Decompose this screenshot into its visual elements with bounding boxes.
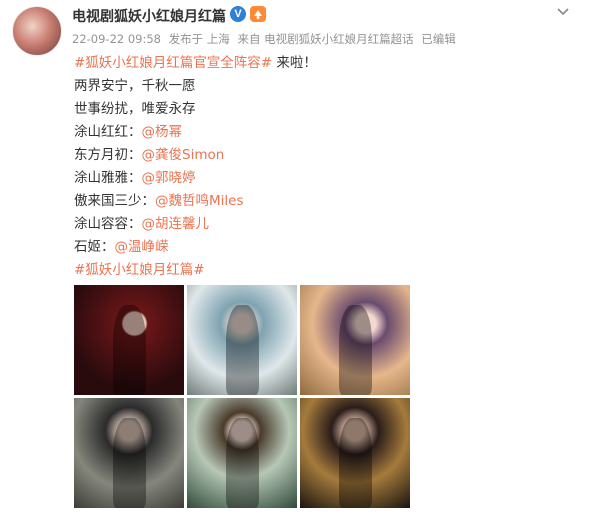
- post-line: 世事纷扰，唯爱永存: [74, 98, 534, 121]
- role-name: 涂山红红：: [74, 124, 142, 140]
- post-time[interactable]: 22-09-22 09:58: [72, 32, 161, 46]
- image-thumbnail[interactable]: [74, 285, 184, 395]
- role-name: 东方月初：: [74, 147, 142, 163]
- cast-line: 傲来国三少：@魏哲鸣Miles: [74, 190, 534, 213]
- mention-link[interactable]: @温峥嵘: [115, 239, 169, 255]
- post-line: 两界安宁，千秋一愿: [74, 75, 534, 98]
- image-thumbnail[interactable]: [187, 398, 297, 508]
- post-line-text: 两界安宁，千秋一愿: [74, 78, 196, 94]
- verified-v-icon: V: [230, 6, 246, 22]
- post-meta: 22-09-22 09:58 发布于 上海 来自 电视剧狐妖小红娘月红篇超话 已…: [72, 31, 460, 47]
- edited-label[interactable]: 已编辑: [421, 32, 456, 46]
- post-location: 发布于 上海: [168, 32, 230, 46]
- topic-link[interactable]: #狐妖小红娘月红篇官宣全阵容#: [74, 55, 272, 71]
- post-source[interactable]: 来自 电视剧狐妖小红娘月红篇超话: [237, 32, 413, 46]
- cast-line: 东方月初：@龚俊Simon: [74, 144, 534, 167]
- cast-line: 涂山红红：@杨幂: [74, 121, 534, 144]
- post-line: #狐妖小红娘月红篇官宣全阵容# 来啦！: [74, 52, 534, 75]
- role-name: 涂山雅雅：: [74, 170, 142, 186]
- post-text: #狐妖小红娘月红篇官宣全阵容# 来啦！ 两界安宁，千秋一愿 世事纷扰，唯爱永存 …: [74, 52, 534, 282]
- topic-link[interactable]: #狐妖小红娘月红篇#: [74, 262, 205, 278]
- avatar[interactable]: [12, 6, 62, 56]
- cast-line: 石姬：@温峥嵘: [74, 236, 534, 259]
- mention-link[interactable]: @龚俊Simon: [142, 147, 225, 163]
- user-badges: V: [230, 5, 266, 23]
- image-thumbnail[interactable]: [74, 398, 184, 508]
- mention-link[interactable]: @胡连馨儿: [142, 216, 210, 232]
- image-thumbnail[interactable]: [300, 398, 410, 508]
- cast-line: 涂山雅雅：@郭晓婷: [74, 167, 534, 190]
- cast-line: 涂山容容：@胡连馨儿: [74, 213, 534, 236]
- username[interactable]: 电视剧狐妖小红娘月红篇: [72, 6, 226, 26]
- post-line-text: 世事纷扰，唯爱永存: [74, 101, 196, 117]
- chevron-down-icon[interactable]: [556, 4, 570, 18]
- role-name: 涂山容容：: [74, 216, 142, 232]
- mention-link[interactable]: @杨幂: [142, 124, 183, 140]
- image-thumbnail[interactable]: [187, 285, 297, 395]
- mention-link[interactable]: @魏哲鸣Miles: [155, 193, 244, 209]
- post-line: #狐妖小红娘月红篇#: [74, 259, 534, 282]
- mention-link[interactable]: @郭晓婷: [142, 170, 196, 186]
- image-thumbnail[interactable]: [300, 285, 410, 395]
- post-line-text: 来啦！: [272, 55, 317, 71]
- image-grid: [74, 285, 410, 508]
- role-name: 傲来国三少：: [74, 193, 155, 209]
- role-name: 石姬：: [74, 239, 115, 255]
- member-badge-icon: [250, 6, 266, 22]
